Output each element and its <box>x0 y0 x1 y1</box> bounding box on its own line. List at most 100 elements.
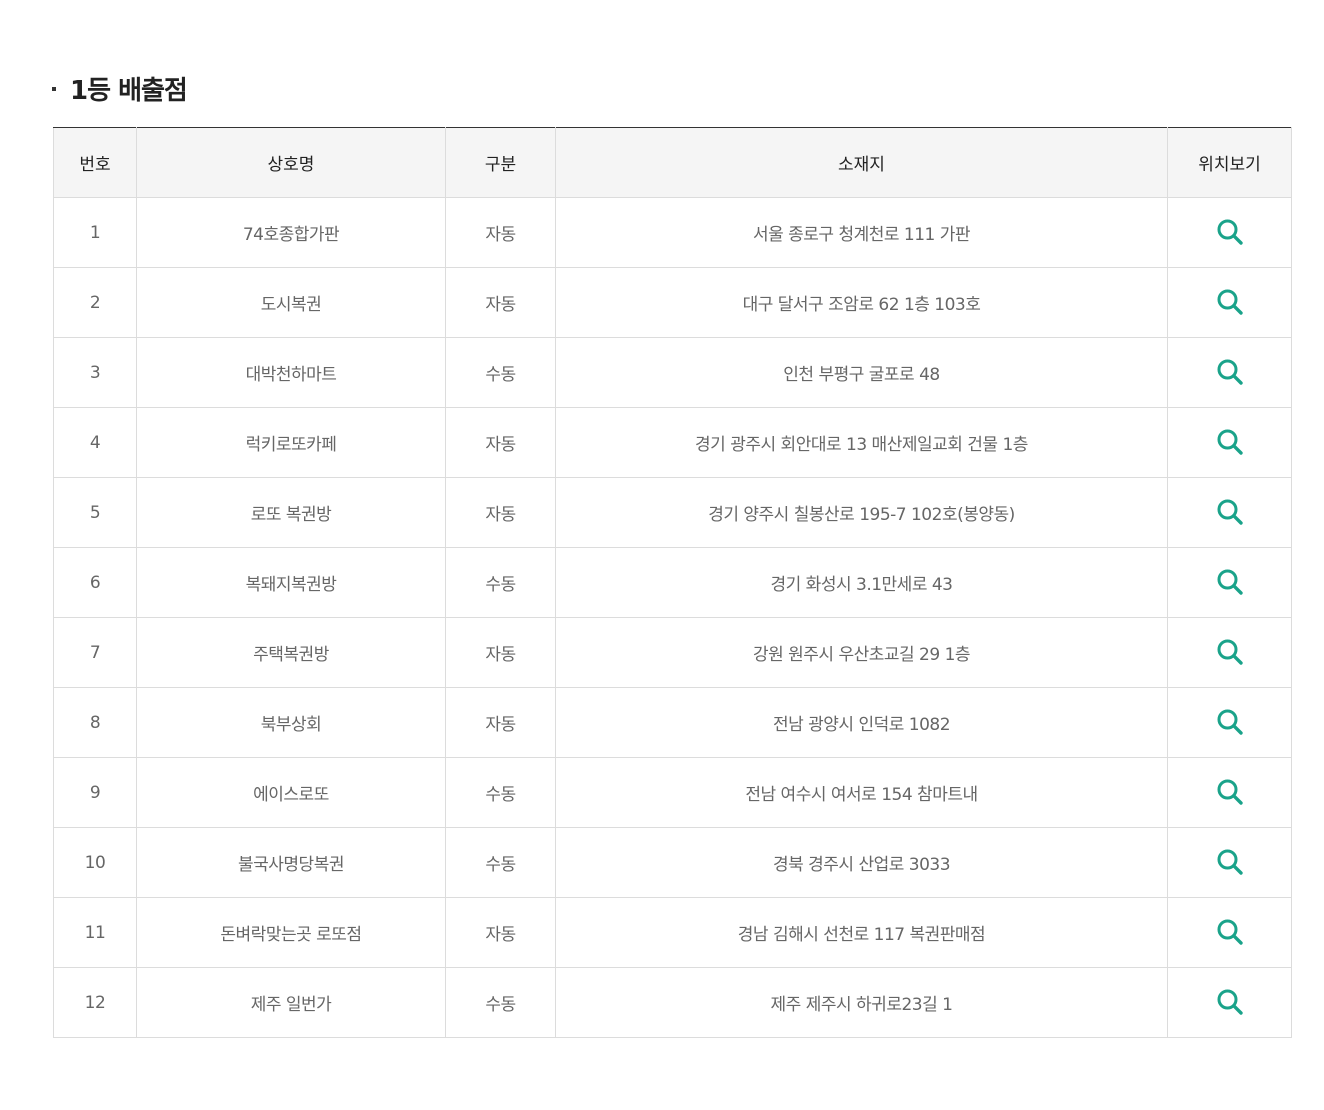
view-location-button[interactable] <box>1213 915 1247 949</box>
winning-stores-table: 번호 상호명 구분 소재지 위치보기 1 74호종합가판 자동 서울 종로구 청계천로… <box>53 127 1292 1038</box>
heading-bullet <box>52 87 56 91</box>
cell-number: 11 <box>53 897 137 968</box>
cell-store-name: 북부상회 <box>136 687 446 758</box>
cell-number: 1 <box>53 197 137 268</box>
cell-store-name: 도시복권 <box>136 267 446 338</box>
table-row: 9 에이스로또 수동 전남 여수시 여서로 154 참마트내 <box>53 757 1292 828</box>
view-location-button[interactable] <box>1213 635 1247 669</box>
cell-type: 자동 <box>445 407 556 478</box>
search-icon <box>1217 219 1243 245</box>
column-header-address: 소재지 <box>555 127 1168 198</box>
search-icon <box>1217 849 1243 875</box>
cell-type: 수동 <box>445 337 556 408</box>
view-location-button[interactable] <box>1213 285 1247 319</box>
search-icon <box>1217 709 1243 735</box>
cell-type: 자동 <box>445 617 556 688</box>
cell-number: 5 <box>53 477 137 548</box>
view-location-button[interactable] <box>1213 425 1247 459</box>
cell-number: 7 <box>53 617 137 688</box>
table-row: 7 주택복권방 자동 강원 원주시 우산초교길 29 1층 <box>53 617 1292 688</box>
table-body: 1 74호종합가판 자동 서울 종로구 청계천로 111 가판 2 도시복권 자동 대구 달서… <box>53 197 1292 1038</box>
search-icon <box>1217 989 1243 1015</box>
cell-location <box>1167 337 1292 408</box>
cell-type: 자동 <box>445 687 556 758</box>
column-header-type: 구분 <box>445 127 556 198</box>
view-location-button[interactable] <box>1213 845 1247 879</box>
view-location-button[interactable] <box>1213 355 1247 389</box>
cell-store-name: 제주 일번가 <box>136 967 446 1038</box>
view-location-button[interactable] <box>1213 495 1247 529</box>
cell-store-name: 74호종합가판 <box>136 197 446 268</box>
cell-address: 제주 제주시 하귀로23길 1 <box>555 967 1168 1038</box>
page-title: 1등 배출점 <box>70 75 188 106</box>
cell-address: 전남 광양시 인덕로 1082 <box>555 687 1168 758</box>
table-row: 12 제주 일번가 수동 제주 제주시 하귀로23길 1 <box>53 967 1292 1038</box>
cell-type: 수동 <box>445 757 556 828</box>
table-row: 2 도시복권 자동 대구 달서구 조암로 62 1층 103호 <box>53 267 1292 338</box>
cell-number: 8 <box>53 687 137 758</box>
cell-address: 강원 원주시 우산초교길 29 1층 <box>555 617 1168 688</box>
search-icon <box>1217 779 1243 805</box>
cell-number: 6 <box>53 547 137 618</box>
cell-number: 12 <box>53 967 137 1038</box>
cell-type: 자동 <box>445 267 556 338</box>
search-icon <box>1217 639 1243 665</box>
cell-store-name: 에이스로또 <box>136 757 446 828</box>
cell-location <box>1167 197 1292 268</box>
cell-store-name: 로또 복권방 <box>136 477 446 548</box>
cell-type: 수동 <box>445 827 556 898</box>
view-location-button[interactable] <box>1213 775 1247 809</box>
search-icon <box>1217 359 1243 385</box>
cell-number: 4 <box>53 407 137 478</box>
cell-address: 경북 경주시 산업로 3033 <box>555 827 1168 898</box>
cell-number: 2 <box>53 267 137 338</box>
search-icon <box>1217 429 1243 455</box>
table-row: 3 대박천하마트 수동 인천 부평구 굴포로 48 <box>53 337 1292 408</box>
cell-address: 경기 광주시 회안대로 13 매산제일교회 건물 1층 <box>555 407 1168 478</box>
cell-address: 대구 달서구 조암로 62 1층 103호 <box>555 267 1168 338</box>
cell-location <box>1167 617 1292 688</box>
cell-store-name: 불국사명당복권 <box>136 827 446 898</box>
table-row: 10 불국사명당복권 수동 경북 경주시 산업로 3033 <box>53 827 1292 898</box>
cell-location <box>1167 407 1292 478</box>
cell-address: 서울 종로구 청계천로 111 가판 <box>555 197 1168 268</box>
table-row: 8 북부상회 자동 전남 광양시 인덕로 1082 <box>53 687 1292 758</box>
cell-location <box>1167 967 1292 1038</box>
column-header-location: 위치보기 <box>1167 127 1292 198</box>
cell-type: 수동 <box>445 547 556 618</box>
view-location-button[interactable] <box>1213 215 1247 249</box>
cell-location <box>1167 827 1292 898</box>
cell-type: 수동 <box>445 967 556 1038</box>
cell-address: 전남 여수시 여서로 154 참마트내 <box>555 757 1168 828</box>
table-row: 11 돈벼락맞는곳 로또점 자동 경남 김해시 선천로 117 복권판매점 <box>53 897 1292 968</box>
search-icon <box>1217 289 1243 315</box>
search-icon <box>1217 569 1243 595</box>
cell-address: 경기 화성시 3.1만세로 43 <box>555 547 1168 618</box>
search-icon <box>1217 499 1243 525</box>
cell-location <box>1167 267 1292 338</box>
column-header-number: 번호 <box>53 127 137 198</box>
table-row: 5 로또 복권방 자동 경기 양주시 칠봉산로 195-7 102호(봉양동) <box>53 477 1292 548</box>
view-location-button[interactable] <box>1213 705 1247 739</box>
table-row: 4 럭키로또카페 자동 경기 광주시 회안대로 13 매산제일교회 건물 1층 <box>53 407 1292 478</box>
cell-location <box>1167 757 1292 828</box>
cell-store-name: 럭키로또카페 <box>136 407 446 478</box>
cell-location <box>1167 547 1292 618</box>
cell-address: 인천 부평구 굴포로 48 <box>555 337 1168 408</box>
view-location-button[interactable] <box>1213 565 1247 599</box>
cell-store-name: 복돼지복권방 <box>136 547 446 618</box>
table-row: 6 복돼지복권방 수동 경기 화성시 3.1만세로 43 <box>53 547 1292 618</box>
table-row: 1 74호종합가판 자동 서울 종로구 청계천로 111 가판 <box>53 197 1292 268</box>
cell-type: 자동 <box>445 897 556 968</box>
winning-stores-section: 1등 배출점 번호 상호명 구분 소재지 위치보기 1 74호종합가판 자동 서울 종… <box>0 0 1324 1110</box>
cell-location <box>1167 477 1292 548</box>
cell-type: 자동 <box>445 197 556 268</box>
view-location-button[interactable] <box>1213 985 1247 1019</box>
cell-number: 9 <box>53 757 137 828</box>
cell-address: 경기 양주시 칠봉산로 195-7 102호(봉양동) <box>555 477 1168 548</box>
section-heading: 1등 배출점 <box>52 68 188 108</box>
cell-location <box>1167 687 1292 758</box>
cell-number: 3 <box>53 337 137 408</box>
table-header-row: 번호 상호명 구분 소재지 위치보기 <box>53 127 1292 198</box>
cell-store-name: 대박천하마트 <box>136 337 446 408</box>
